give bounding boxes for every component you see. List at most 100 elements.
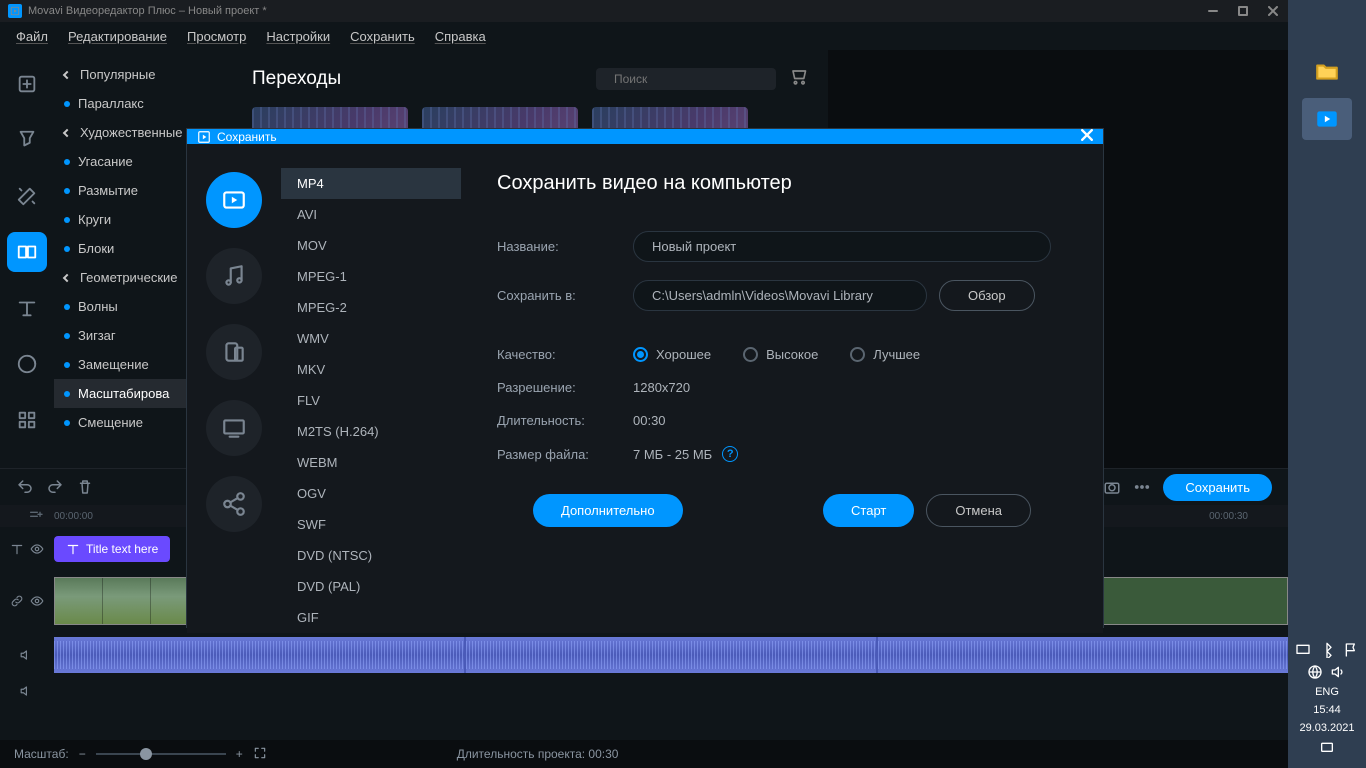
category-label: Блоки: [78, 241, 114, 256]
info-icon[interactable]: ?: [722, 446, 738, 462]
tab-video[interactable]: [206, 172, 262, 228]
category-label: Зигзаг: [78, 328, 116, 343]
cart-icon[interactable]: [788, 66, 808, 91]
close-button[interactable]: [1258, 0, 1288, 22]
format-item[interactable]: DVD (PAL): [281, 571, 461, 602]
format-item[interactable]: MP4: [281, 168, 461, 199]
tab-share[interactable]: [206, 476, 262, 532]
bluetooth-icon[interactable]: [1319, 642, 1335, 658]
tool-import[interactable]: [7, 64, 47, 104]
taskbar-app-movavi[interactable]: [1302, 98, 1352, 140]
advanced-button[interactable]: Дополнительно: [533, 494, 683, 527]
format-item[interactable]: MPEG-2: [281, 292, 461, 323]
menu-bar: Файл Редактирование Просмотр Настройки С…: [0, 22, 1366, 50]
menu-help[interactable]: Справка: [427, 25, 494, 48]
network-icon[interactable]: [1307, 664, 1323, 680]
dialog-close-button[interactable]: [1081, 129, 1093, 144]
title-clip-icon: [66, 542, 80, 556]
name-label: Название:: [497, 239, 633, 254]
menu-icon[interactable]: [1133, 478, 1151, 496]
quality-high-radio[interactable]: Высокое: [743, 347, 818, 362]
format-item[interactable]: OGV: [281, 478, 461, 509]
quality-label: Качество:: [497, 347, 633, 362]
panel-title: Переходы: [252, 68, 341, 90]
menu-file[interactable]: Файл: [8, 25, 56, 48]
maximize-button[interactable]: [1228, 0, 1258, 22]
undo-icon[interactable]: [16, 478, 34, 496]
title-clip[interactable]: Title text here: [54, 536, 170, 562]
delete-icon[interactable]: [76, 478, 94, 496]
dialog-title: Сохранить: [217, 130, 277, 144]
notif-icon[interactable]: [1319, 740, 1335, 756]
category-label: Угасание: [78, 154, 133, 169]
eye-icon[interactable]: [30, 594, 44, 608]
name-input[interactable]: [633, 231, 1051, 262]
dialog-icon: [197, 130, 211, 144]
category-item[interactable]: Популярные: [54, 60, 232, 89]
menu-edit[interactable]: Редактирование: [60, 25, 175, 48]
path-input[interactable]: [633, 280, 927, 311]
vm-icon[interactable]: [1295, 642, 1311, 658]
zoom-in-icon[interactable]: +: [236, 747, 243, 761]
eye-icon[interactable]: [30, 542, 44, 556]
category-label: Круги: [78, 212, 111, 227]
project-duration: Длительность проекта: 00:30: [457, 747, 619, 761]
cancel-button[interactable]: Отмена: [926, 494, 1031, 527]
format-item[interactable]: MPEG-1: [281, 261, 461, 292]
redo-icon[interactable]: [46, 478, 64, 496]
timeline-save-button[interactable]: Сохранить: [1163, 474, 1272, 501]
quality-best-radio[interactable]: Лучшее: [850, 347, 920, 362]
search-input[interactable]: [614, 72, 769, 86]
tray-time[interactable]: 15:44: [1313, 704, 1341, 716]
format-item[interactable]: DVD (NTSC): [281, 540, 461, 571]
link-icon[interactable]: [10, 594, 24, 608]
start-button[interactable]: Старт: [823, 494, 914, 527]
tool-more[interactable]: [7, 400, 47, 440]
format-item[interactable]: WMV: [281, 323, 461, 354]
tool-stickers[interactable]: [7, 344, 47, 384]
tray-date[interactable]: 29.03.2021: [1299, 722, 1354, 734]
format-item[interactable]: MOV: [281, 230, 461, 261]
menu-save[interactable]: Сохранить: [342, 25, 423, 48]
tab-audio[interactable]: [206, 248, 262, 304]
zoom-out-icon[interactable]: −: [79, 747, 86, 761]
tool-titles[interactable]: [7, 288, 47, 328]
mute-icon[interactable]: [20, 684, 34, 698]
dialog-footer: Дополнительно Старт Отмена: [497, 480, 1067, 547]
tool-transitions[interactable]: [7, 232, 47, 272]
format-item[interactable]: WEBM: [281, 447, 461, 478]
browse-button[interactable]: Обзор: [939, 280, 1035, 311]
search-box[interactable]: [596, 68, 776, 90]
audio-icon: [20, 648, 34, 662]
duration-value: 00:30: [633, 413, 666, 428]
camera-icon[interactable]: [1103, 478, 1121, 496]
tool-filters[interactable]: [7, 120, 47, 160]
time-marker: 00:00:30: [1209, 511, 1248, 522]
tab-tv[interactable]: [206, 400, 262, 456]
zoom-slider[interactable]: [96, 753, 226, 755]
audio-clip[interactable]: [54, 637, 1288, 673]
dialog-tabs: [187, 144, 281, 633]
sound-icon[interactable]: [1331, 664, 1347, 680]
format-item[interactable]: AVI: [281, 199, 461, 230]
menu-view[interactable]: Просмотр: [179, 25, 254, 48]
format-item[interactable]: FLV: [281, 385, 461, 416]
minimize-button[interactable]: [1198, 0, 1228, 22]
add-track-icon[interactable]: [28, 507, 44, 523]
menu-settings[interactable]: Настройки: [258, 25, 338, 48]
tray-lang[interactable]: ENG: [1315, 686, 1339, 698]
format-item[interactable]: SWF: [281, 509, 461, 540]
quality-good-radio[interactable]: Хорошее: [633, 347, 711, 362]
category-item[interactable]: Параллакс: [54, 89, 232, 118]
taskbar-app-explorer[interactable]: [1302, 50, 1352, 92]
category-label: Художественные: [80, 125, 182, 140]
fit-icon[interactable]: [253, 746, 267, 763]
tool-wand[interactable]: [7, 176, 47, 216]
flag-icon[interactable]: [1343, 642, 1359, 658]
tab-devices[interactable]: [206, 324, 262, 380]
format-item[interactable]: GIF: [281, 602, 461, 633]
format-item[interactable]: M2TS (H.264): [281, 416, 461, 447]
dialog-form: Сохранить видео на компьютер Название: С…: [461, 144, 1103, 633]
format-item[interactable]: MKV: [281, 354, 461, 385]
category-label: Масштабирова: [78, 386, 169, 401]
